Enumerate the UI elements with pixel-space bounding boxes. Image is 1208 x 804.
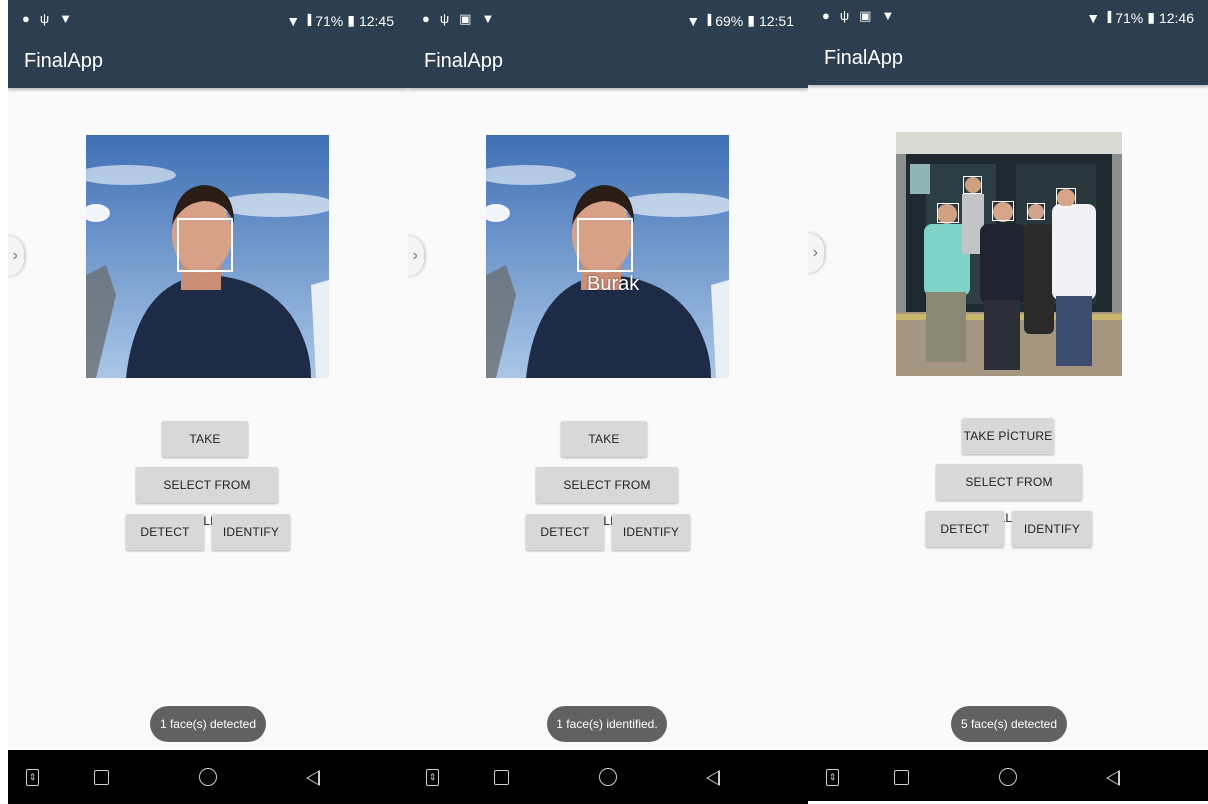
- spotify-icon: ●: [422, 11, 430, 26]
- wifi-icon: ▼: [1086, 9, 1101, 26]
- chevron-right-icon: ›: [12, 247, 18, 264]
- toast-message: 1 face(s) identified.: [547, 706, 667, 742]
- battery-percent: 71%: [1115, 9, 1144, 26]
- toast-message: 1 face(s) detected: [150, 706, 266, 742]
- battery-percent: 69%: [715, 12, 744, 29]
- back-icon[interactable]: [1106, 770, 1120, 786]
- select-from-gallery-button[interactable]: SELECT FROM GALLERY: [536, 467, 678, 528]
- face-photo: Burak: [486, 135, 729, 378]
- recent-apps-icon[interactable]: [94, 770, 109, 785]
- navigation-bar: ⇕: [408, 750, 808, 804]
- spotify-icon: ●: [22, 11, 30, 26]
- identify-button[interactable]: IDENTIFY: [212, 514, 290, 550]
- wifi-icon: ▼: [686, 12, 701, 29]
- recent-apps-icon[interactable]: [894, 770, 909, 785]
- home-icon[interactable]: [199, 768, 217, 786]
- phone-screen-detect-single: ● ψ ▼ ▼ ▐ 71% ▮ 12:45 FinalApp › TAKE SE…: [8, 0, 408, 804]
- status-bar: ● ψ ▣ ▼ ▼ ▐ 69% ▮ 12:51: [408, 0, 808, 42]
- app-bar: FinalApp: [8, 42, 408, 88]
- select-from-gallery-button[interactable]: SELECT FROM GALLERY: [136, 467, 278, 528]
- screenshot-icon[interactable]: ⇕: [26, 769, 39, 786]
- face-photo: [86, 135, 329, 378]
- usb-icon: ψ: [439, 11, 450, 26]
- signal-icon: ▐: [1104, 12, 1112, 23]
- detect-button[interactable]: DETECT: [926, 511, 1004, 547]
- navigation-bar: ⇕: [8, 750, 408, 804]
- face-bounding-box: [963, 176, 982, 194]
- select-from-gallery-button[interactable]: SELECT FROM GALLERY: [936, 464, 1082, 525]
- identified-name-label: Burak: [587, 273, 640, 295]
- wifi-icon: ▼: [286, 12, 301, 29]
- navigation-bar: ⇕: [808, 750, 1208, 801]
- screenshot-icon[interactable]: ⇕: [826, 769, 839, 786]
- identify-button[interactable]: IDENTIFY: [612, 514, 690, 550]
- screenshot-icon[interactable]: ⇕: [426, 769, 439, 786]
- face-bounding-box: [992, 201, 1014, 221]
- gallery-icon: ▣: [859, 8, 872, 23]
- app-bar: FinalApp: [808, 39, 1208, 85]
- battery-icon: ▮: [347, 12, 355, 28]
- signal-icon: ▐: [704, 15, 712, 26]
- edge-panel-handle[interactable]: ›: [8, 236, 24, 276]
- home-icon[interactable]: [999, 768, 1017, 786]
- group-image: [896, 132, 1122, 376]
- status-bar: ● ψ ▣ ▼ ▼ ▐ 71% ▮ 12:46: [808, 0, 1208, 39]
- usb-icon: ψ: [839, 8, 850, 23]
- detect-button[interactable]: DETECT: [526, 514, 604, 550]
- gallery-icon: ▣: [459, 11, 472, 26]
- take-picture-button[interactable]: TAKE PİCTURE: [962, 418, 1054, 454]
- phone-screen-detect-group: ● ψ ▣ ▼ ▼ ▐ 71% ▮ 12:46 FinalApp › TAKE …: [808, 0, 1208, 801]
- battery-icon: ▮: [747, 12, 755, 28]
- clock: 12:46: [1158, 9, 1194, 26]
- app-bar: FinalApp: [408, 42, 808, 88]
- android-debug-icon: ▼: [481, 11, 495, 26]
- signal-icon: ▐: [304, 15, 312, 26]
- android-debug-icon: ▼: [59, 11, 73, 26]
- edge-panel-handle[interactable]: ›: [408, 236, 424, 276]
- take-picture-button[interactable]: TAKE PİCTURE: [162, 421, 248, 482]
- app-title: FinalApp: [424, 50, 503, 72]
- face-bounding-box: [177, 218, 233, 272]
- face-bounding-box: [577, 218, 633, 272]
- app-title: FinalApp: [824, 47, 903, 69]
- identify-button[interactable]: IDENTIFY: [1012, 511, 1092, 547]
- clock: 12:51: [758, 12, 794, 29]
- toast-message: 5 face(s) detected: [951, 706, 1067, 742]
- take-picture-button[interactable]: TAKE PİCTURE: [561, 421, 647, 482]
- usb-icon: ψ: [39, 11, 50, 26]
- back-icon[interactable]: [706, 770, 720, 786]
- spotify-icon: ●: [822, 8, 830, 23]
- face-bounding-box: [1027, 203, 1045, 220]
- clock: 12:45: [358, 12, 394, 29]
- edge-panel-handle[interactable]: ›: [808, 233, 824, 273]
- battery-percent: 71%: [315, 12, 344, 29]
- face-bounding-box: [1056, 188, 1076, 207]
- android-debug-icon: ▼: [881, 8, 895, 23]
- chevron-right-icon: ›: [412, 247, 418, 264]
- app-title: FinalApp: [24, 50, 103, 72]
- detect-button[interactable]: DETECT: [126, 514, 204, 550]
- chevron-right-icon: ›: [812, 244, 818, 261]
- battery-icon: ▮: [1147, 9, 1155, 25]
- status-bar: ● ψ ▼ ▼ ▐ 71% ▮ 12:45: [8, 0, 408, 42]
- face-bounding-box: [937, 203, 959, 223]
- recent-apps-icon[interactable]: [494, 770, 509, 785]
- home-icon[interactable]: [599, 768, 617, 786]
- phone-screen-identify: ● ψ ▣ ▼ ▼ ▐ 69% ▮ 12:51 FinalApp › Burak…: [408, 0, 808, 804]
- back-icon[interactable]: [306, 770, 320, 786]
- group-photo: [896, 132, 1122, 376]
